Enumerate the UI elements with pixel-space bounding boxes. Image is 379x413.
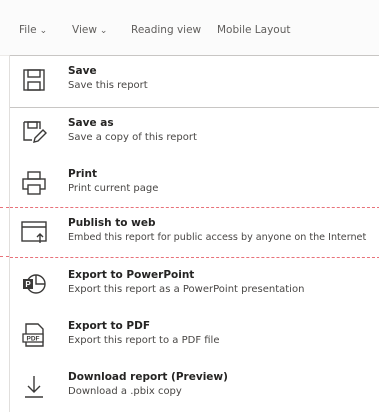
menu-item-description: Export this report as a PowerPoint prese… bbox=[68, 284, 305, 295]
menu-item-export-to-powerpoint[interactable]: P Export to PowerPoint Export this repor… bbox=[10, 260, 379, 311]
menu-item-title: Print bbox=[68, 168, 97, 180]
mobile-layout-label: Mobile Layout bbox=[217, 24, 291, 36]
menu-item-publish-to-web[interactable]: Publish to web Embed this report for pub… bbox=[10, 207, 379, 258]
menu-item-title: Download report (Preview) bbox=[68, 371, 228, 383]
menu-item-export-to-pdf[interactable]: PDF Export to PDF Export this report to … bbox=[10, 311, 379, 362]
powerpoint-icon: P bbox=[21, 271, 47, 297]
menu-item-description: Export this report to a PDF file bbox=[68, 335, 220, 346]
menu-item-save[interactable]: Save Save this report bbox=[10, 55, 379, 108]
reading-view-button[interactable]: Reading view bbox=[131, 24, 201, 36]
menu-item-save-as[interactable]: Save as Save a copy of this report bbox=[10, 108, 379, 159]
svg-text:P: P bbox=[25, 280, 31, 289]
file-menu-button[interactable]: File ⌄ bbox=[19, 24, 47, 36]
menu-item-description: Save this report bbox=[68, 80, 148, 91]
chevron-down-icon: ⌄ bbox=[39, 26, 48, 36]
mobile-layout-button[interactable]: Mobile Layout bbox=[217, 24, 290, 36]
menu-item-description: Embed this report for public access by a… bbox=[68, 232, 367, 243]
chevron-down-icon: ⌄ bbox=[99, 26, 108, 36]
menu-item-title: Save as bbox=[68, 117, 114, 129]
reading-view-label: Reading view bbox=[131, 24, 202, 36]
menu-item-title: Export to PowerPoint bbox=[68, 269, 195, 281]
publish-to-web-icon bbox=[21, 219, 47, 245]
view-menu-button[interactable]: View ⌄ bbox=[72, 24, 107, 36]
save-as-icon bbox=[21, 119, 47, 145]
menu-item-description: Print current page bbox=[68, 183, 159, 194]
top-toolbar: File ⌄ View ⌄ Reading view Mobile Layout bbox=[0, 0, 379, 56]
menu-item-title: Export to PDF bbox=[68, 320, 151, 332]
file-menu-dropdown: Save Save this report Save as Save a cop… bbox=[9, 55, 379, 412]
menu-item-title: Save bbox=[68, 65, 97, 77]
download-icon bbox=[21, 373, 47, 399]
view-menu-label: View bbox=[72, 24, 97, 36]
svg-text:PDF: PDF bbox=[27, 336, 40, 343]
print-icon bbox=[21, 170, 47, 196]
save-icon bbox=[21, 67, 47, 93]
menu-item-description: Download a .pbix copy bbox=[68, 386, 182, 397]
highlight-marker bbox=[0, 207, 9, 257]
pdf-icon: PDF bbox=[21, 322, 47, 348]
menu-item-print[interactable]: Print Print current page bbox=[10, 159, 379, 210]
menu-item-title: Publish to web bbox=[68, 217, 156, 229]
file-menu-label: File bbox=[19, 24, 37, 36]
menu-item-download-report[interactable]: Download report (Preview) Download a .pb… bbox=[10, 362, 379, 413]
menu-item-description: Save a copy of this report bbox=[68, 132, 197, 143]
